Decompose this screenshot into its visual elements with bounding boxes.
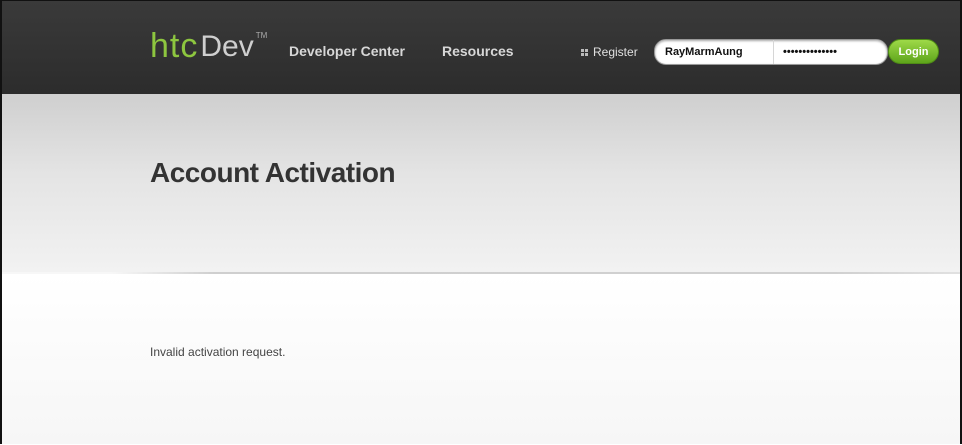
- logo-dev-text: Dev: [200, 30, 254, 63]
- page-title: Account Activation: [150, 157, 396, 188]
- logo-htc-text: htc: [150, 27, 199, 65]
- nav-resources[interactable]: Resources: [442, 43, 514, 59]
- browser-page: htc Dev TM Developer Center Resources Re…: [0, 0, 962, 444]
- grid-dots-icon: [581, 48, 588, 56]
- top-navigation-bar: htc Dev TM Developer Center Resources Re…: [2, 1, 960, 94]
- login-field-divider: [773, 40, 774, 64]
- content-area: [2, 274, 960, 444]
- password-input[interactable]: [783, 43, 879, 61]
- login-form: [654, 39, 888, 65]
- title-band: [2, 94, 960, 272]
- activation-message: Invalid activation request.: [150, 345, 286, 359]
- nav-developer-center[interactable]: Developer Center: [289, 43, 405, 59]
- register-link[interactable]: Register: [581, 45, 638, 59]
- register-label: Register: [593, 45, 638, 59]
- username-input[interactable]: [665, 43, 765, 61]
- login-button[interactable]: Login: [888, 39, 939, 64]
- htcdev-logo[interactable]: htc Dev TM: [150, 27, 267, 63]
- logo-trademark: TM: [255, 31, 268, 40]
